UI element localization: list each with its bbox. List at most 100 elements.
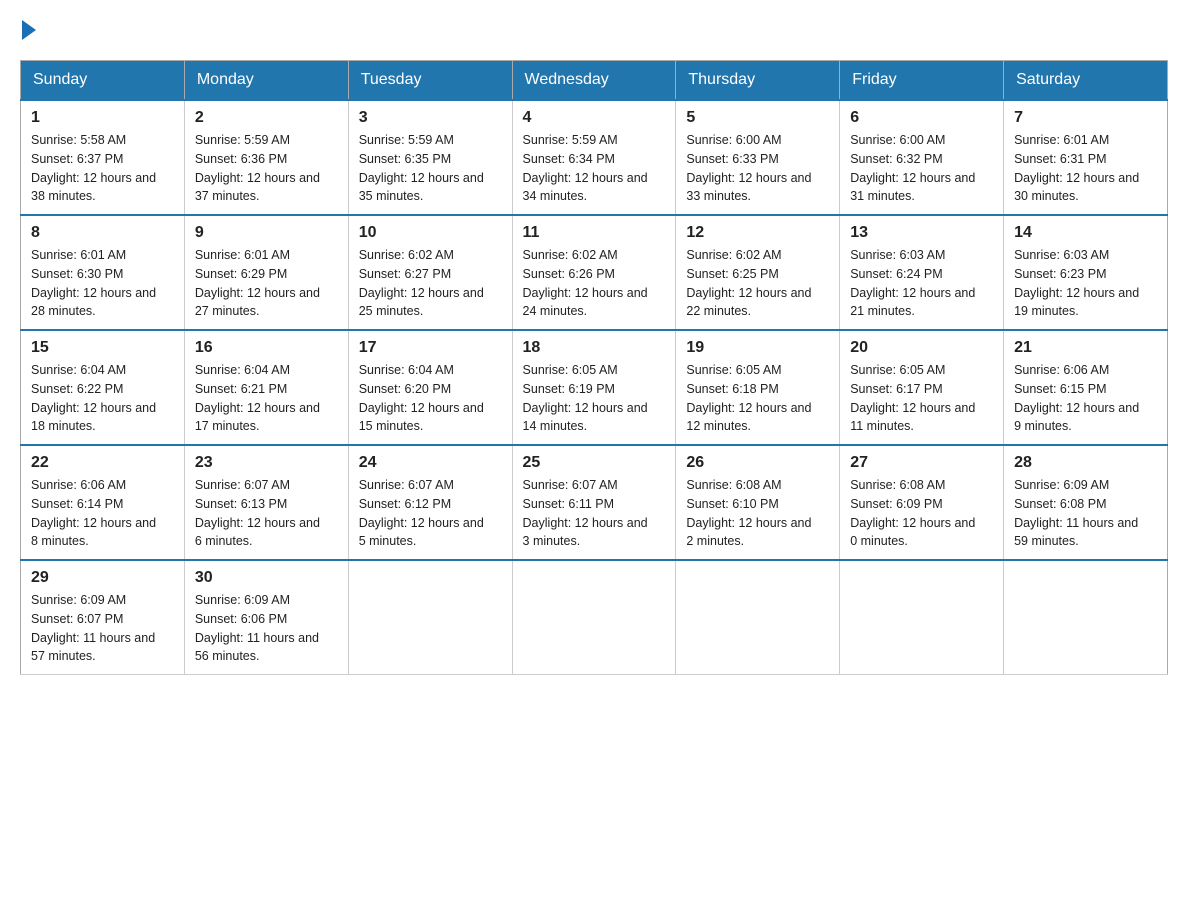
day-info: Sunrise: 5:59 AMSunset: 6:35 PMDaylight:… (359, 131, 502, 206)
day-number: 23 (195, 454, 338, 472)
calendar-day-cell (1004, 560, 1168, 675)
calendar-header-monday: Monday (184, 61, 348, 101)
calendar-day-cell: 27Sunrise: 6:08 AMSunset: 6:09 PMDayligh… (840, 445, 1004, 560)
day-number: 22 (31, 454, 174, 472)
calendar-day-cell: 19 Sunrise: 6:05 AMSunset: 6:18 PMDayligh… (676, 330, 840, 445)
calendar-day-cell (512, 560, 676, 675)
calendar-day-cell: 25 Sunrise: 6:07 AMSunset: 6:11 PMDayligh… (512, 445, 676, 560)
calendar-day-cell: 12 Sunrise: 6:02 AMSunset: 6:25 PMDayligh… (676, 215, 840, 330)
day-info: Sunrise: 5:59 AMSunset: 6:36 PMDaylight:… (195, 131, 338, 206)
calendar-day-cell: 21Sunrise: 6:06 AMSunset: 6:15 PMDayligh… (1004, 330, 1168, 445)
day-info: Sunrise: 6:06 AMSunset: 6:15 PMDaylight:… (1014, 361, 1157, 436)
day-number: 19 (686, 339, 829, 357)
day-number: 13 (850, 224, 993, 242)
calendar-table: SundayMondayTuesdayWednesdayThursdayFrid… (20, 60, 1168, 675)
day-info: Sunrise: 6:04 AMSunset: 6:22 PMDaylight:… (31, 361, 174, 436)
day-info: Sunrise: 6:07 AMSunset: 6:12 PMDaylight:… (359, 476, 502, 551)
day-number: 7 (1014, 109, 1157, 127)
calendar-day-cell: 22 Sunrise: 6:06 AMSunset: 6:14 PMDayligh… (21, 445, 185, 560)
day-number: 30 (195, 569, 338, 587)
day-info: Sunrise: 6:04 AMSunset: 6:21 PMDaylight:… (195, 361, 338, 436)
day-info: Sunrise: 6:09 AMSunset: 6:06 PMDaylight:… (195, 591, 338, 666)
calendar-day-cell: 29Sunrise: 6:09 AMSunset: 6:07 PMDayligh… (21, 560, 185, 675)
day-number: 1 (31, 109, 174, 127)
calendar-day-cell: 28 Sunrise: 6:09 AMSunset: 6:08 PMDayligh… (1004, 445, 1168, 560)
calendar-header-sunday: Sunday (21, 61, 185, 101)
day-info: Sunrise: 6:09 AMSunset: 6:07 PMDaylight:… (31, 591, 174, 666)
day-number: 16 (195, 339, 338, 357)
logo (20, 20, 38, 40)
day-number: 20 (850, 339, 993, 357)
calendar-day-cell (676, 560, 840, 675)
day-info: Sunrise: 6:00 AMSunset: 6:32 PMDaylight:… (850, 131, 993, 206)
calendar-day-cell: 2 Sunrise: 5:59 AMSunset: 6:36 PMDaylight… (184, 100, 348, 215)
calendar-day-cell: 18 Sunrise: 6:05 AMSunset: 6:19 PMDayligh… (512, 330, 676, 445)
calendar-week-row: 29Sunrise: 6:09 AMSunset: 6:07 PMDayligh… (21, 560, 1168, 675)
calendar-day-cell: 4 Sunrise: 5:59 AMSunset: 6:34 PMDaylight… (512, 100, 676, 215)
calendar-day-cell: 20 Sunrise: 6:05 AMSunset: 6:17 PMDayligh… (840, 330, 1004, 445)
day-number: 4 (523, 109, 666, 127)
day-info: Sunrise: 6:05 AMSunset: 6:19 PMDaylight:… (523, 361, 666, 436)
calendar-week-row: 1 Sunrise: 5:58 AMSunset: 6:37 PMDaylight… (21, 100, 1168, 215)
calendar-day-cell: 3 Sunrise: 5:59 AMSunset: 6:35 PMDaylight… (348, 100, 512, 215)
day-info: Sunrise: 6:04 AMSunset: 6:20 PMDaylight:… (359, 361, 502, 436)
day-info: Sunrise: 6:03 AMSunset: 6:24 PMDaylight:… (850, 246, 993, 321)
calendar-day-cell: 9 Sunrise: 6:01 AMSunset: 6:29 PMDaylight… (184, 215, 348, 330)
day-info: Sunrise: 6:03 AMSunset: 6:23 PMDaylight:… (1014, 246, 1157, 321)
calendar-week-row: 15Sunrise: 6:04 AMSunset: 6:22 PMDayligh… (21, 330, 1168, 445)
day-number: 6 (850, 109, 993, 127)
calendar-day-cell: 24Sunrise: 6:07 AMSunset: 6:12 PMDayligh… (348, 445, 512, 560)
calendar-header-thursday: Thursday (676, 61, 840, 101)
day-info: Sunrise: 5:59 AMSunset: 6:34 PMDaylight:… (523, 131, 666, 206)
day-number: 8 (31, 224, 174, 242)
calendar-day-cell: 14 Sunrise: 6:03 AMSunset: 6:23 PMDayligh… (1004, 215, 1168, 330)
day-info: Sunrise: 6:08 AMSunset: 6:10 PMDaylight:… (686, 476, 829, 551)
calendar-day-cell: 7 Sunrise: 6:01 AMSunset: 6:31 PMDaylight… (1004, 100, 1168, 215)
calendar-header-row: SundayMondayTuesdayWednesdayThursdayFrid… (21, 61, 1168, 101)
day-number: 12 (686, 224, 829, 242)
day-info: Sunrise: 5:58 AMSunset: 6:37 PMDaylight:… (31, 131, 174, 206)
calendar-day-cell: 10Sunrise: 6:02 AMSunset: 6:27 PMDayligh… (348, 215, 512, 330)
calendar-header-saturday: Saturday (1004, 61, 1168, 101)
day-info: Sunrise: 6:00 AMSunset: 6:33 PMDaylight:… (686, 131, 829, 206)
day-info: Sunrise: 6:05 AMSunset: 6:17 PMDaylight:… (850, 361, 993, 436)
day-info: Sunrise: 6:01 AMSunset: 6:29 PMDaylight:… (195, 246, 338, 321)
calendar-day-cell: 5 Sunrise: 6:00 AMSunset: 6:33 PMDaylight… (676, 100, 840, 215)
day-info: Sunrise: 6:05 AMSunset: 6:18 PMDaylight:… (686, 361, 829, 436)
calendar-day-cell: 23Sunrise: 6:07 AMSunset: 6:13 PMDayligh… (184, 445, 348, 560)
day-info: Sunrise: 6:07 AMSunset: 6:11 PMDaylight:… (523, 476, 666, 551)
day-number: 17 (359, 339, 502, 357)
day-info: Sunrise: 6:06 AMSunset: 6:14 PMDaylight:… (31, 476, 174, 551)
calendar-day-cell: 17 Sunrise: 6:04 AMSunset: 6:20 PMDayligh… (348, 330, 512, 445)
day-number: 28 (1014, 454, 1157, 472)
day-number: 26 (686, 454, 829, 472)
day-info: Sunrise: 6:02 AMSunset: 6:25 PMDaylight:… (686, 246, 829, 321)
day-number: 10 (359, 224, 502, 242)
page-header (20, 20, 1168, 40)
calendar-day-cell: 26 Sunrise: 6:08 AMSunset: 6:10 PMDayligh… (676, 445, 840, 560)
calendar-day-cell: 11 Sunrise: 6:02 AMSunset: 6:26 PMDayligh… (512, 215, 676, 330)
day-number: 9 (195, 224, 338, 242)
day-number: 5 (686, 109, 829, 127)
calendar-day-cell (348, 560, 512, 675)
day-number: 27 (850, 454, 993, 472)
calendar-day-cell: 30 Sunrise: 6:09 AMSunset: 6:06 PMDayligh… (184, 560, 348, 675)
day-info: Sunrise: 6:02 AMSunset: 6:26 PMDaylight:… (523, 246, 666, 321)
day-info: Sunrise: 6:09 AMSunset: 6:08 PMDaylight:… (1014, 476, 1157, 551)
day-info: Sunrise: 6:01 AMSunset: 6:31 PMDaylight:… (1014, 131, 1157, 206)
calendar-header-wednesday: Wednesday (512, 61, 676, 101)
logo-arrow-icon (22, 20, 36, 40)
calendar-week-row: 8Sunrise: 6:01 AMSunset: 6:30 PMDaylight… (21, 215, 1168, 330)
calendar-day-cell: 6 Sunrise: 6:00 AMSunset: 6:32 PMDaylight… (840, 100, 1004, 215)
calendar-header-friday: Friday (840, 61, 1004, 101)
day-number: 25 (523, 454, 666, 472)
day-number: 2 (195, 109, 338, 127)
calendar-day-cell: 8Sunrise: 6:01 AMSunset: 6:30 PMDaylight… (21, 215, 185, 330)
day-number: 14 (1014, 224, 1157, 242)
calendar-day-cell: 15Sunrise: 6:04 AMSunset: 6:22 PMDayligh… (21, 330, 185, 445)
day-number: 11 (523, 224, 666, 242)
day-number: 18 (523, 339, 666, 357)
day-number: 3 (359, 109, 502, 127)
calendar-header-tuesday: Tuesday (348, 61, 512, 101)
calendar-week-row: 22 Sunrise: 6:06 AMSunset: 6:14 PMDayligh… (21, 445, 1168, 560)
